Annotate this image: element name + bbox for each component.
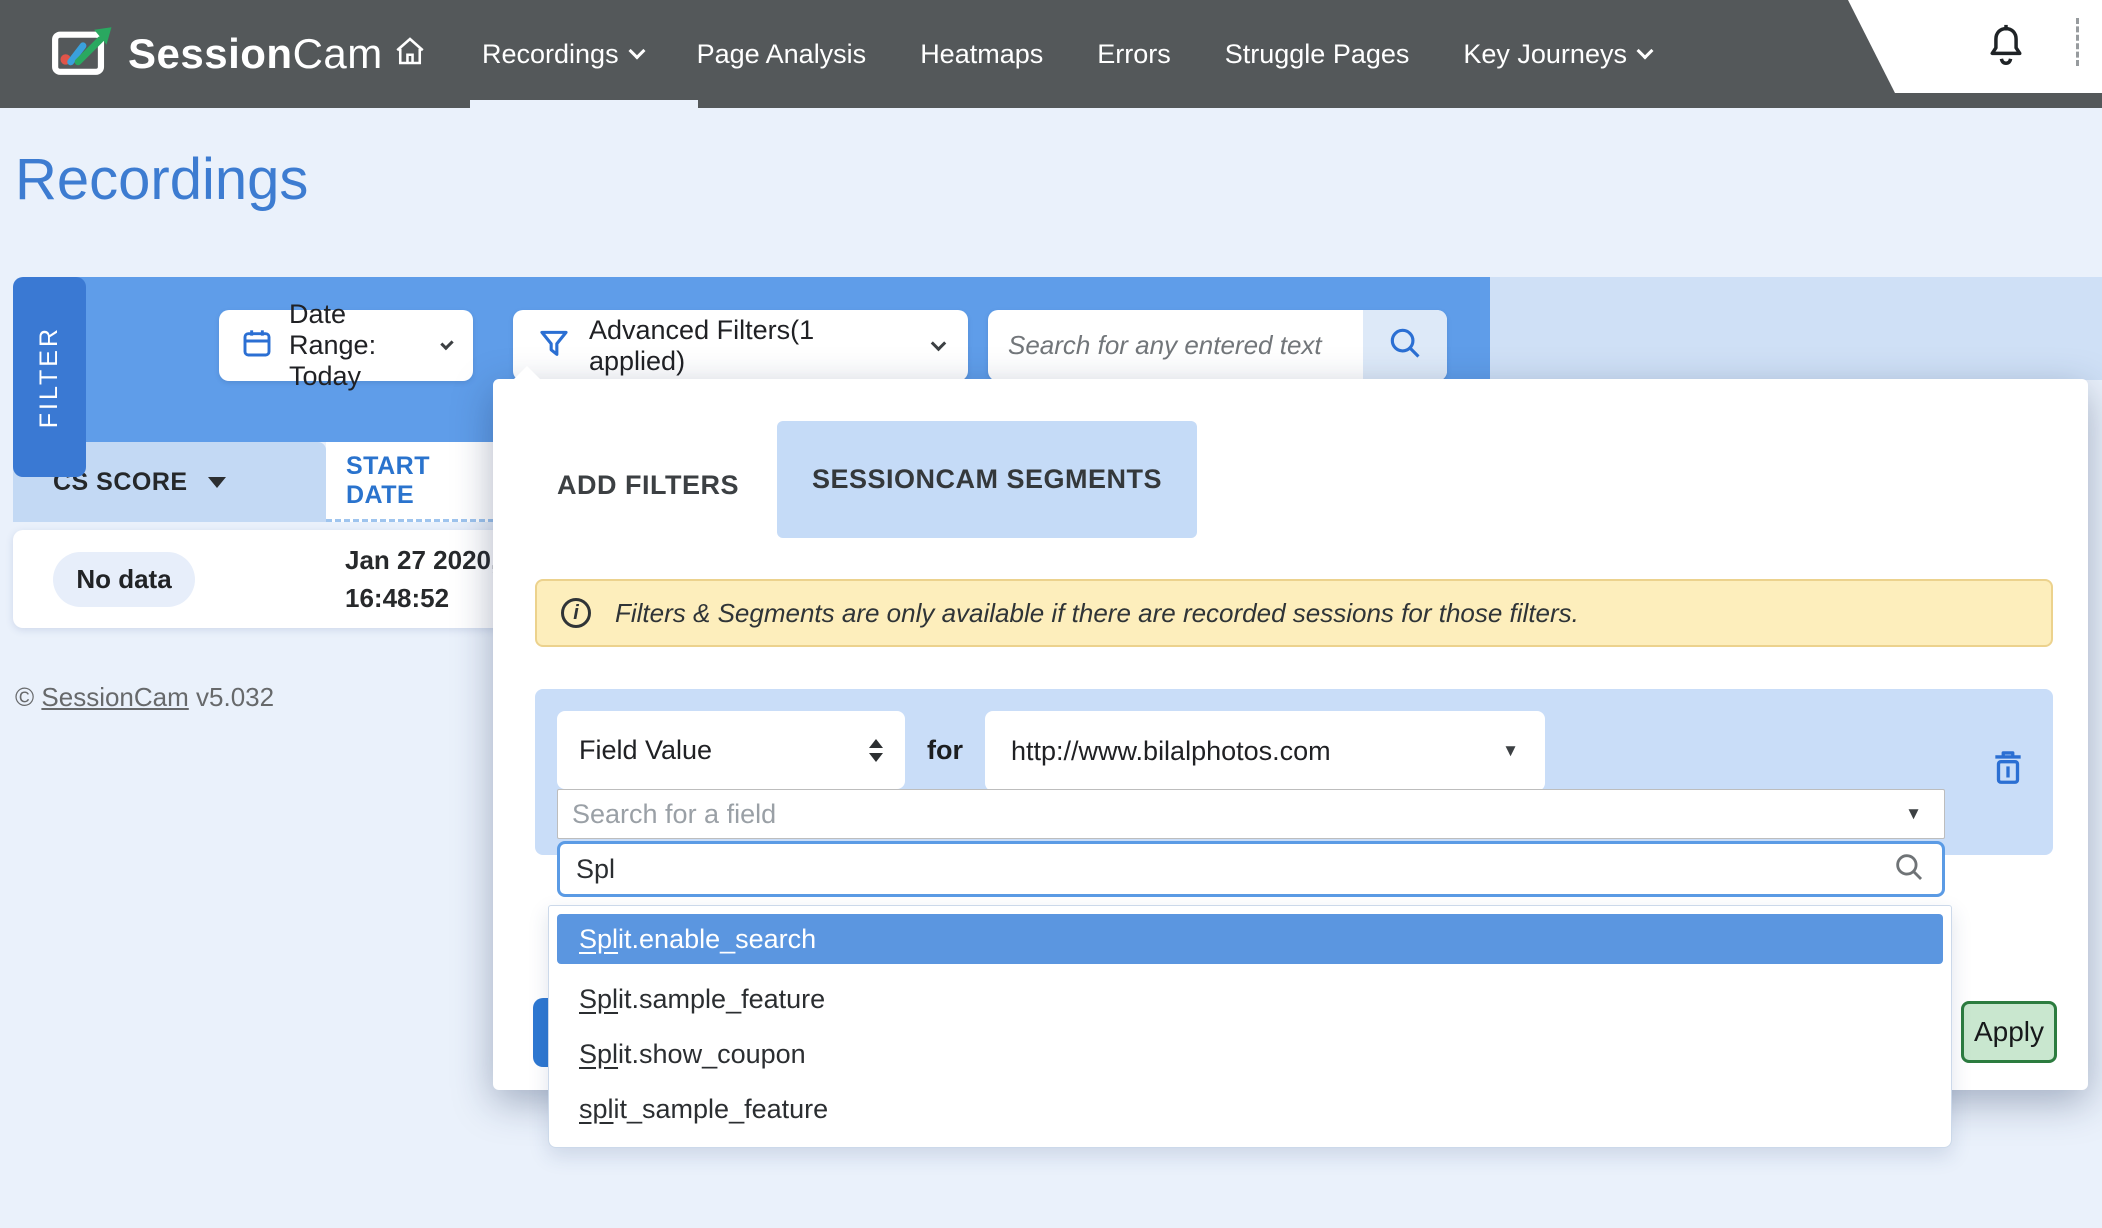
nav-item-label: Heatmaps bbox=[920, 39, 1043, 70]
text-search-input[interactable] bbox=[988, 310, 1363, 381]
apply-button-label: Apply bbox=[1974, 1016, 2044, 1048]
nav-item-heatmaps[interactable]: Heatmaps bbox=[920, 39, 1043, 70]
nav-item-page-analysis[interactable]: Page Analysis bbox=[697, 39, 867, 70]
suggestion-item[interactable]: Split.show_coupon bbox=[549, 1027, 1951, 1082]
delete-filter-button[interactable] bbox=[1989, 747, 2027, 794]
search-icon bbox=[1386, 324, 1424, 367]
notification-bell-button[interactable] bbox=[1984, 22, 2028, 75]
field-type-select[interactable]: Field Value bbox=[557, 711, 905, 789]
tab-add-filters[interactable]: ADD FILTERS bbox=[557, 455, 739, 515]
info-banner: i Filters & Segments are only available … bbox=[535, 579, 2053, 647]
tab-sessioncam-segments-label: SESSIONCAM SEGMENTS bbox=[812, 464, 1162, 495]
field-type-value: Field Value bbox=[579, 735, 712, 766]
field-search-input[interactable] bbox=[576, 854, 1892, 885]
page-title: Recordings bbox=[15, 146, 308, 213]
filter-bar-extension bbox=[1490, 277, 2102, 380]
trash-icon bbox=[1989, 776, 2027, 793]
field-search bbox=[557, 841, 1945, 897]
table-header-start-date[interactable]: START DATE bbox=[326, 442, 503, 522]
advanced-filters-label: Advanced Filters(1 applied) bbox=[589, 315, 915, 377]
calendar-icon bbox=[241, 327, 273, 364]
chevron-down-icon bbox=[440, 336, 453, 349]
select-arrow-icon: ▼ bbox=[1502, 741, 1519, 761]
nav-item-struggle-pages[interactable]: Struggle Pages bbox=[1225, 39, 1410, 70]
site-select[interactable]: http://www.bilalphotos.com ▼ bbox=[985, 711, 1545, 791]
nav-item-label: Key Journeys bbox=[1463, 39, 1627, 70]
funnel-icon bbox=[537, 326, 571, 365]
nav-items: Recordings Page Analysis Heatmaps Errors… bbox=[392, 0, 1651, 108]
home-icon bbox=[392, 33, 428, 76]
field-combo-placeholder: Search for a field bbox=[572, 799, 776, 830]
nav-item-home[interactable] bbox=[392, 33, 428, 76]
chevron-down-icon bbox=[628, 43, 645, 60]
nav-item-label: Errors bbox=[1097, 39, 1171, 70]
nav-item-errors[interactable]: Errors bbox=[1097, 39, 1171, 70]
tab-sessioncam-segments[interactable]: SESSIONCAM SEGMENTS bbox=[777, 421, 1197, 538]
navbar: SessionCam Recordings Page Analysis Heat… bbox=[0, 0, 2102, 108]
select-arrow-icon: ▼ bbox=[1905, 804, 1922, 824]
field-combo[interactable]: Search for a field ▼ bbox=[557, 789, 1945, 839]
advanced-filters-button[interactable]: Advanced Filters(1 applied) bbox=[513, 310, 968, 381]
chevron-down-icon bbox=[1636, 43, 1653, 60]
suggestion-item-highlighted[interactable]: Split.enable_search bbox=[557, 914, 1943, 964]
sessioncam-logo-icon bbox=[52, 26, 114, 83]
info-icon: i bbox=[561, 598, 591, 628]
date-range-button[interactable]: Date Range: Today bbox=[219, 310, 473, 381]
start-date-value: Jan 27 2020, 16:48:52 bbox=[345, 541, 498, 617]
dashed-divider bbox=[2076, 18, 2079, 66]
sort-desc-icon bbox=[208, 477, 226, 488]
filter-tab-label: FILTER bbox=[35, 326, 64, 428]
suggestion-item[interactable]: split_sample_feature bbox=[549, 1082, 1951, 1137]
sessioncam-logo[interactable]: SessionCam bbox=[52, 0, 383, 108]
active-nav-indicator bbox=[470, 100, 698, 108]
filter-tab[interactable]: FILTER bbox=[13, 277, 86, 477]
start-date-header-label: START DATE bbox=[346, 452, 503, 510]
search-button[interactable] bbox=[1363, 310, 1447, 381]
nav-item-label: Recordings bbox=[482, 39, 619, 70]
chevron-down-icon bbox=[931, 335, 947, 351]
cs-score-badge: No data bbox=[53, 552, 195, 607]
field-suggestions-list: Split.enable_search Split.sample_feature… bbox=[548, 905, 1952, 1148]
nav-item-recordings[interactable]: Recordings bbox=[482, 39, 643, 70]
top-right-notch bbox=[1848, 0, 2102, 93]
suggestion-item[interactable]: Split.sample_feature bbox=[549, 972, 1951, 1027]
sessioncam-link[interactable]: SessionCam bbox=[41, 682, 188, 712]
copyright-footer: © SessionCam v5.032 bbox=[15, 682, 274, 713]
nav-item-label: Page Analysis bbox=[697, 39, 867, 70]
text-search bbox=[988, 310, 1447, 381]
nav-item-label: Struggle Pages bbox=[1225, 39, 1410, 70]
sessioncam-logo-text: SessionCam bbox=[128, 30, 383, 78]
search-icon-small bbox=[1892, 850, 1926, 889]
tab-add-filters-label: ADD FILTERS bbox=[557, 470, 739, 501]
info-banner-text: Filters & Segments are only available if… bbox=[615, 598, 1579, 629]
nav-item-key-journeys[interactable]: Key Journeys bbox=[1463, 39, 1651, 70]
table-row[interactable]: No data Jan 27 2020, 16:48:52 bbox=[13, 530, 503, 628]
site-select-value: http://www.bilalphotos.com bbox=[1011, 736, 1331, 767]
popover-arrow bbox=[513, 366, 541, 380]
spinner-icon bbox=[869, 739, 883, 762]
apply-button[interactable]: Apply bbox=[1961, 1001, 2057, 1063]
date-range-label: Date Range: Today bbox=[289, 299, 427, 392]
